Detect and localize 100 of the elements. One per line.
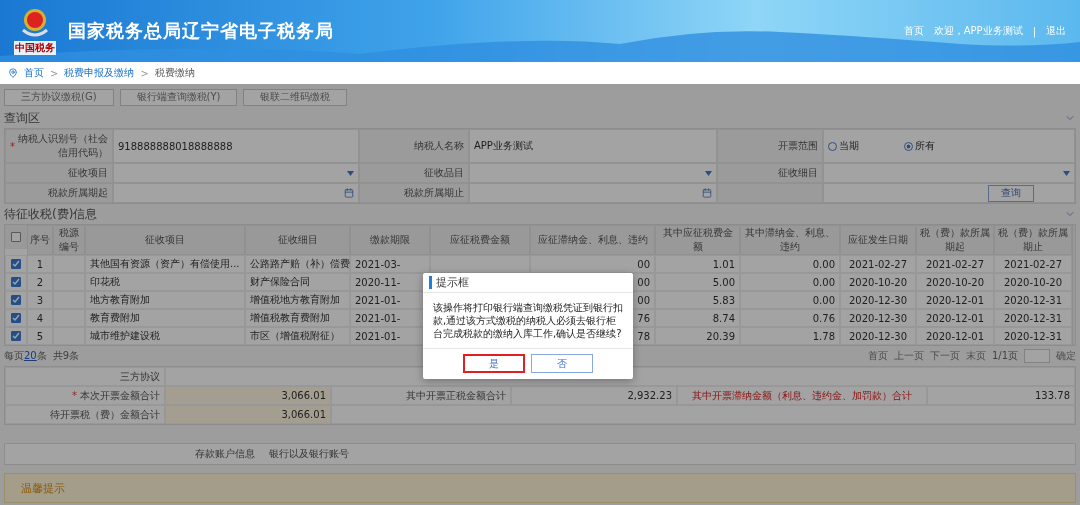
table-cell: 3 — [27, 291, 53, 309]
pager-link[interactable]: 末页 — [965, 349, 986, 363]
section-title: 待征收税(费)信息 — [4, 205, 98, 223]
table-cell: 2020-12-31 — [994, 327, 1072, 345]
table-cell: 印花税 — [85, 273, 245, 291]
form-label: 存款账户信息 — [195, 447, 255, 461]
amount-value: 133.78 — [927, 386, 1075, 405]
table-cell: 2020-12-31 — [994, 309, 1072, 327]
table-cell: 2020-12-01 — [916, 309, 994, 327]
column-header: 应征发生日期 — [840, 225, 916, 255]
checkbox[interactable] — [11, 232, 21, 242]
caret-icon — [347, 170, 354, 176]
section-title: 查询区 — [4, 109, 40, 127]
dialog-button[interactable]: 否 — [531, 354, 593, 373]
table-cell: 2021-02-27 — [994, 255, 1072, 273]
total-count: 共9条 — [52, 349, 80, 363]
amount-value: 2,932.23 — [511, 386, 677, 405]
breadcrumb-separator: > — [50, 67, 59, 79]
title-accent-bar — [429, 276, 432, 289]
column-header: 序号 — [27, 225, 53, 255]
table-cell: 0.76 — [740, 309, 840, 327]
column-header: 缴款期限 — [350, 225, 430, 255]
action-button[interactable]: 银联二维码缴税 — [243, 88, 348, 106]
checkbox[interactable] — [11, 313, 21, 323]
page-input[interactable] — [1024, 349, 1050, 363]
query-button[interactable]: 查询 — [988, 184, 1034, 202]
header-link[interactable]: 退出 — [1046, 24, 1066, 38]
form-label: 税款所属期止 — [359, 183, 469, 203]
table-cell: 0.00 — [740, 273, 840, 291]
breadcrumb-link[interactable]: 首页 — [24, 66, 44, 80]
caret-icon — [705, 170, 712, 176]
table-cell: 0.00 — [740, 255, 840, 273]
form-label: 待开票税（费）金额合计 — [5, 405, 165, 424]
logo-caption: 中国税务 — [14, 40, 56, 55]
table-cell: 2020-12-30 — [840, 327, 916, 345]
checkbox[interactable] — [11, 331, 21, 341]
column-header: 征收项目 — [85, 225, 245, 255]
table-cell: 2020-10-20 — [840, 273, 916, 291]
form-label: 征收项目 — [5, 163, 113, 183]
form-label: 开票范围 — [717, 129, 823, 163]
site-title: 国家税务总局辽宁省电子税务局 — [68, 19, 334, 43]
page-info: 1/1页 — [991, 349, 1018, 363]
pager-link[interactable]: 首页 — [867, 349, 888, 363]
checkbox[interactable] — [11, 259, 21, 269]
table-cell: 市区（增值税附征） — [245, 327, 350, 345]
table-cell: 1.78 — [740, 327, 840, 345]
radio-option[interactable]: 所有 — [904, 139, 974, 153]
table-cell: 8.74 — [655, 309, 740, 327]
radio-icon[interactable] — [904, 141, 913, 151]
column-header: 税（费）款所属期起 — [916, 225, 994, 255]
location-pin-icon — [8, 68, 18, 78]
table-cell: 2 — [27, 273, 53, 291]
form-label: 其中开票正税金额合计 — [331, 386, 511, 405]
go-link[interactable]: 确定 — [1056, 349, 1076, 363]
column-header: 税（费）款所属期止 — [994, 225, 1072, 255]
table-cell: 2020-10-20 — [916, 273, 994, 291]
table-cell: 城市维护建设税 — [85, 327, 245, 345]
form-label: 三方协议 — [5, 367, 165, 386]
table-cell: 财产保险合同 — [245, 273, 350, 291]
table-cell: 2021-02-27 — [916, 255, 994, 273]
header-link[interactable]: 欢迎，APP业务测试 — [933, 24, 1023, 38]
table-cell: 2020-12-31 — [994, 291, 1072, 309]
amount-value: 3,066.01 — [165, 405, 331, 424]
separator: | — [1032, 25, 1036, 37]
table-cell: 4 — [27, 309, 53, 327]
table-cell: 其他国有资源（资产）有偿使用... — [85, 255, 245, 273]
checkbox[interactable] — [11, 295, 21, 305]
table-cell: 5 — [27, 327, 53, 345]
table-cell: 公路路产赔（补）偿费 — [245, 255, 350, 273]
column-header: 征收细目 — [245, 225, 350, 255]
action-button[interactable]: 三方协议缴税(G) — [4, 88, 114, 106]
table-cell: 2020-12-01 — [916, 291, 994, 309]
amount-value: 3,066.01 — [165, 386, 331, 405]
radio-option[interactable]: 当期 — [828, 139, 898, 153]
calendar-icon — [702, 188, 712, 198]
caret-icon — [1063, 170, 1070, 176]
form-label: 征收品目 — [359, 163, 469, 183]
form-label: 征收细目 — [717, 163, 823, 183]
column-header: 其中滞纳金、利息、违约 — [740, 225, 840, 255]
table-cell: 0.00 — [740, 291, 840, 309]
breadcrumb-link[interactable]: 税费申报及缴纳 — [64, 66, 135, 80]
header-link[interactable]: 首页 — [903, 24, 924, 38]
checkbox[interactable] — [11, 277, 21, 287]
form-label: 银行以及银行账号 — [269, 447, 349, 461]
table-cell: 1.01 — [655, 255, 740, 273]
action-button[interactable]: 银行端查询缴税(Y) — [119, 88, 238, 106]
table-cell: 地方教育附加 — [85, 291, 245, 309]
table-cell: 5.83 — [655, 291, 740, 309]
table-cell: 2020-12-30 — [840, 291, 916, 309]
form-label: 其中开票滞纳金额（利息、违约金、加罚款）合计 — [677, 386, 927, 405]
column-header: 应征税费金额 — [430, 225, 530, 255]
dialog-button[interactable]: 是 — [463, 354, 525, 373]
column-header: 税源编号 — [53, 225, 85, 255]
radio-icon[interactable] — [828, 141, 837, 151]
breadcrumb-link[interactable]: 税费缴纳 — [154, 66, 195, 80]
page-size-link[interactable]: 20 — [24, 350, 37, 361]
breadcrumb-separator: > — [140, 67, 149, 79]
table-cell: 增值税地方教育附加 — [245, 291, 350, 309]
calendar-icon — [344, 188, 354, 198]
table-cell: 增值税教育费附加 — [245, 309, 350, 327]
